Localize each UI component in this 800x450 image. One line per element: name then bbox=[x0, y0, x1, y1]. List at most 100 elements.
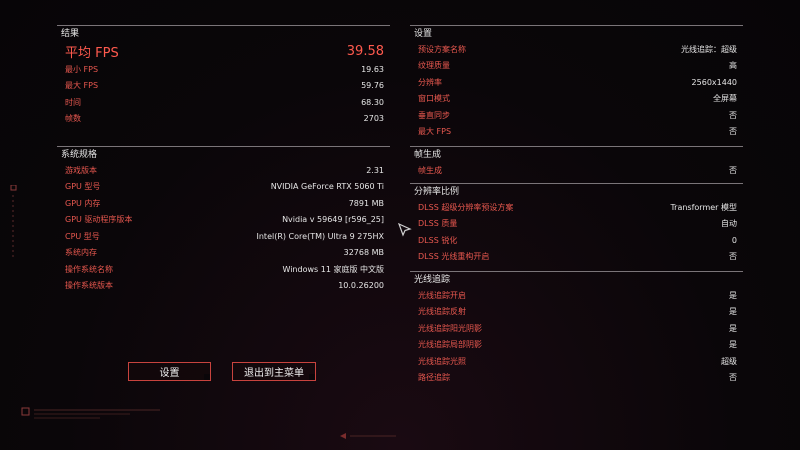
settings-label: 窗口模式 bbox=[418, 94, 450, 104]
resolution-scaling-value: Transformer 模型 bbox=[670, 202, 737, 212]
frame-gen-value: 否 bbox=[729, 165, 737, 175]
resolution-scaling-panel: 分辨率比例 DLSS 超级分辨率预设方案 Transformer 模型 DLSS… bbox=[410, 183, 743, 265]
settings-row: 预设方案名称 光线追踪：超级 bbox=[410, 41, 743, 58]
settings-row: 分辨率 2560x1440 bbox=[410, 74, 743, 91]
resolution-scaling-value: 0 bbox=[731, 235, 737, 245]
max-fps-label: 最大 FPS bbox=[65, 81, 99, 91]
frame-gen-row: 帧生成 否 bbox=[410, 162, 743, 179]
resolution-scaling-row: DLSS 锐化 0 bbox=[410, 232, 743, 249]
avg-fps-label: 平均 FPS bbox=[65, 45, 119, 61]
cursor-icon bbox=[398, 223, 412, 237]
avg-fps-row: 平均 FPS 39.58 bbox=[57, 41, 390, 61]
settings-value: 光线追踪：超级 bbox=[681, 44, 737, 54]
ray-tracing-label: 光线追踪局部阴影 bbox=[418, 340, 482, 350]
system-value: 2.31 bbox=[366, 165, 384, 175]
settings-row: 垂直同步 否 bbox=[410, 107, 743, 124]
system-value: NVIDIA GeForce RTX 5060 Ti bbox=[270, 182, 384, 192]
frame-gen-title: 帧生成 bbox=[410, 146, 743, 162]
system-row: 操作系统版本 10.0.26200 bbox=[57, 278, 390, 295]
ray-tracing-label: 光线追踪阳光阴影 bbox=[418, 323, 482, 333]
system-value: Intel(R) Core(TM) Ultra 9 275HX bbox=[256, 231, 385, 241]
frames-value: 2703 bbox=[363, 114, 384, 124]
frame-gen-panel: 帧生成 帧生成 否 bbox=[410, 146, 743, 179]
resolution-scaling-value: 否 bbox=[729, 252, 737, 262]
resolution-scaling-value: 自动 bbox=[721, 219, 737, 229]
system-label: 系统内存 bbox=[65, 248, 97, 258]
resolution-scaling-label: DLSS 光线重构开启 bbox=[418, 252, 490, 262]
bottom-decoration-icon bbox=[340, 433, 396, 439]
edge-decoration-icon bbox=[10, 185, 17, 257]
ray-tracing-title: 光线追踪 bbox=[410, 271, 743, 287]
results-title: 结果 bbox=[57, 25, 390, 41]
settings-value: 高 bbox=[729, 61, 737, 71]
time-value: 68.30 bbox=[361, 97, 384, 107]
ray-tracing-row: 路径追踪 否 bbox=[410, 370, 743, 387]
settings-value: 2560x1440 bbox=[691, 77, 737, 87]
max-fps-row: 最大 FPS 59.76 bbox=[57, 78, 390, 95]
settings-value: 否 bbox=[729, 127, 737, 137]
system-label: CPU 型号 bbox=[65, 231, 100, 241]
settings-label: 预设方案名称 bbox=[418, 44, 466, 54]
min-fps-value: 19.63 bbox=[361, 64, 384, 74]
resolution-scaling-title: 分辨率比例 bbox=[410, 183, 743, 199]
resolution-scaling-label: DLSS 超级分辨率预设方案 bbox=[418, 202, 514, 212]
ray-tracing-row: 光线追踪开启 是 bbox=[410, 287, 743, 304]
ray-tracing-label: 路径追踪 bbox=[418, 373, 450, 383]
ray-tracing-row: 光线追踪阳光阴影 是 bbox=[410, 320, 743, 337]
system-row: GPU 型号 NVIDIA GeForce RTX 5060 Ti bbox=[57, 179, 390, 196]
ray-tracing-row: 光线追踪局部阴影 是 bbox=[410, 337, 743, 354]
settings-row: 最大 FPS 否 bbox=[410, 124, 743, 141]
max-fps-value: 59.76 bbox=[361, 81, 384, 91]
settings-panel: 设置 预设方案名称 光线追踪：超级 纹理质量 高 分辨率 2560x1440 窗… bbox=[410, 25, 743, 140]
corner-decoration-icon bbox=[21, 407, 160, 419]
ray-tracing-value: 是 bbox=[729, 340, 737, 350]
min-fps-label: 最小 FPS bbox=[65, 64, 99, 74]
ray-tracing-row: 光线追踪反射 是 bbox=[410, 304, 743, 321]
settings-button[interactable]: 设置 bbox=[128, 362, 211, 381]
system-panel: 系统规格 游戏版本 2.31 GPU 型号 NVIDIA GeForce RTX… bbox=[57, 146, 390, 294]
settings-label: 垂直同步 bbox=[418, 110, 450, 120]
time-row: 时间 68.30 bbox=[57, 94, 390, 111]
system-value: Windows 11 家庭版 中文版 bbox=[282, 264, 384, 274]
ray-tracing-value: 是 bbox=[729, 290, 737, 300]
frames-label: 帧数 bbox=[65, 114, 81, 124]
settings-row: 窗口模式 全屏幕 bbox=[410, 91, 743, 108]
min-fps-row: 最小 FPS 19.63 bbox=[57, 61, 390, 78]
settings-value: 全屏幕 bbox=[713, 94, 737, 104]
ray-tracing-label: 光线追踪开启 bbox=[418, 290, 466, 300]
system-row: 操作系统名称 Windows 11 家庭版 中文版 bbox=[57, 261, 390, 278]
frame-gen-label: 帧生成 bbox=[418, 165, 442, 175]
system-row: GPU 驱动程序版本 Nvidia v 59649 [r596_25] bbox=[57, 212, 390, 229]
system-value: 32768 MB bbox=[343, 248, 384, 258]
system-title: 系统规格 bbox=[57, 146, 390, 162]
system-label: 游戏版本 bbox=[65, 165, 97, 175]
exit-to-main-menu-button[interactable]: 退出到主菜单 bbox=[232, 362, 316, 381]
resolution-scaling-row: DLSS 光线重构开启 否 bbox=[410, 249, 743, 266]
results-panel: 结果 平均 FPS 39.58 最小 FPS 19.63 最大 FPS 59.7… bbox=[57, 25, 390, 127]
system-row: GPU 内存 7891 MB bbox=[57, 195, 390, 212]
system-label: GPU 内存 bbox=[65, 198, 101, 208]
frames-row: 帧数 2703 bbox=[57, 111, 390, 128]
settings-label: 最大 FPS bbox=[418, 127, 452, 137]
ray-tracing-label: 光线追踪反射 bbox=[418, 307, 466, 317]
ray-tracing-value: 超级 bbox=[721, 356, 737, 366]
system-row: CPU 型号 Intel(R) Core(TM) Ultra 9 275HX bbox=[57, 228, 390, 245]
settings-label: 纹理质量 bbox=[418, 61, 450, 71]
resolution-scaling-label: DLSS 质量 bbox=[418, 219, 458, 229]
ray-tracing-label: 光线追踪光照 bbox=[418, 356, 466, 366]
system-value: 7891 MB bbox=[348, 198, 384, 208]
ray-tracing-value: 是 bbox=[729, 307, 737, 317]
system-row: 游戏版本 2.31 bbox=[57, 162, 390, 179]
system-label: 操作系统名称 bbox=[65, 264, 113, 274]
resolution-scaling-row: DLSS 质量 自动 bbox=[410, 216, 743, 233]
ray-tracing-value: 是 bbox=[729, 323, 737, 333]
system-label: GPU 驱动程序版本 bbox=[65, 215, 133, 225]
settings-title: 设置 bbox=[410, 25, 743, 41]
ray-tracing-row: 光线追踪光照 超级 bbox=[410, 353, 743, 370]
system-value: Nvidia v 59649 [r596_25] bbox=[282, 215, 384, 225]
settings-value: 否 bbox=[729, 110, 737, 120]
settings-label: 分辨率 bbox=[418, 77, 442, 87]
time-label: 时间 bbox=[65, 97, 81, 107]
avg-fps-value: 39.58 bbox=[346, 43, 384, 59]
ray-tracing-panel: 光线追踪 光线追踪开启 是 光线追踪反射 是 光线追踪阳光阴影 是 光线追踪局部… bbox=[410, 271, 743, 386]
